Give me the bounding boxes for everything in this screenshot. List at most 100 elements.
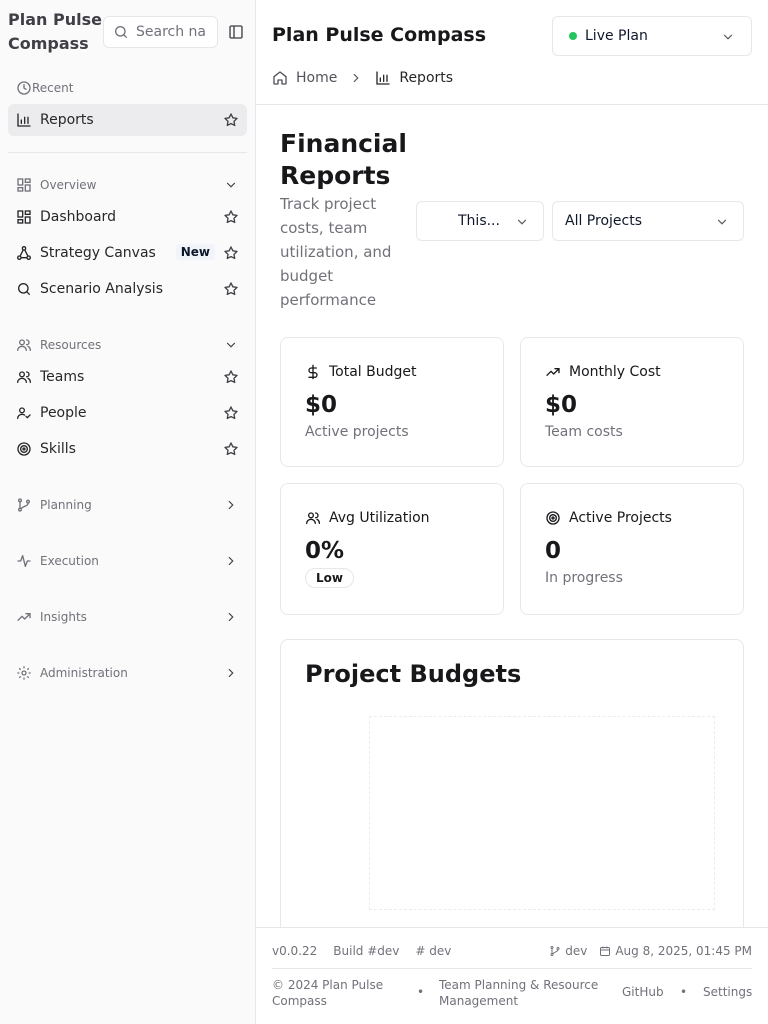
target-icon: [545, 510, 561, 526]
chevron-down-icon: [515, 215, 529, 229]
group-planning[interactable]: Planning: [8, 495, 248, 515]
stat-label: Active Projects: [569, 510, 672, 526]
users-icon: [16, 369, 32, 385]
star-icon[interactable]: [223, 245, 239, 261]
star-icon[interactable]: [223, 112, 239, 128]
star-icon[interactable]: [223, 281, 239, 297]
chevron-down-icon: [224, 338, 238, 352]
trending-up-icon: [545, 364, 561, 380]
star-icon[interactable]: [223, 369, 239, 385]
stat-subtext: Active projects: [305, 424, 409, 440]
search-icon: [113, 24, 129, 40]
sidebar-item-label: Strategy Canvas: [40, 245, 156, 261]
version-label: v0.0.22: [272, 944, 318, 958]
chevron-right-icon: [224, 554, 238, 568]
footer-bullet: •: [417, 985, 425, 999]
search-input[interactable]: [136, 24, 211, 40]
clock-icon: [16, 80, 32, 96]
brand-title: Plan Pulse Compass: [8, 10, 102, 53]
sidebar-item-reports[interactable]: Reports: [8, 104, 247, 136]
gear-icon: [16, 665, 32, 681]
breadcrumb-current: Reports: [375, 70, 453, 86]
sidebar-item-label: Reports: [40, 112, 94, 128]
stat-subtext: Team costs: [545, 424, 623, 440]
main-content: Plan Pulse Compass Live Plan Home Report…: [256, 0, 768, 1024]
github-link[interactable]: GitHub: [622, 985, 664, 999]
branch-label: dev: [565, 944, 588, 958]
stat-value: $0: [545, 392, 578, 418]
stat-value: 0: [545, 538, 562, 564]
group-administration[interactable]: Administration: [8, 663, 248, 683]
build-label: Build #dev: [333, 944, 400, 958]
group-overview[interactable]: Overview: [8, 175, 248, 195]
tagline: Team Planning & Resource Management: [439, 978, 599, 1008]
app-title: Plan Pulse Compass: [272, 24, 487, 46]
panel-left-icon: [228, 24, 244, 40]
search-icon: [16, 281, 32, 297]
stat-label: Total Budget: [329, 364, 417, 380]
copyright: © 2024 Plan Pulse Compass: [272, 978, 384, 1008]
channel-label: # dev: [415, 944, 452, 958]
chevron-right-icon: [349, 71, 363, 85]
page-subtitle: Track project costs, team utilization, a…: [280, 195, 392, 309]
sidebar-item-people[interactable]: People: [8, 397, 247, 429]
group-resources[interactable]: Resources: [8, 335, 248, 355]
group-insights[interactable]: Insights: [8, 607, 248, 627]
build-date: Aug 8, 2025, 01:45 PM: [615, 944, 752, 958]
sidebar-toggle-button[interactable]: [226, 22, 246, 42]
chevron-down-icon: [715, 215, 729, 229]
sidebar-item-scenario-analysis[interactable]: Scenario Analysis: [8, 273, 247, 305]
stat-value: 0%: [305, 538, 345, 564]
stat-subtext: In progress: [545, 570, 623, 586]
group-execution[interactable]: Execution: [8, 551, 248, 571]
breadcrumb: Home Reports: [272, 68, 453, 88]
sidebar-item-strategy-canvas[interactable]: Strategy Canvas New: [8, 237, 247, 269]
chevron-down-icon: [224, 178, 238, 192]
star-icon[interactable]: [223, 441, 239, 457]
sidebar-item-teams[interactable]: Teams: [8, 361, 247, 393]
footer-bullet: •: [680, 985, 688, 999]
page-title: Financial Reports: [280, 129, 407, 190]
stat-card-total-budget: Total Budget $0 Active projects: [280, 337, 504, 467]
sidebar-item-dashboard[interactable]: Dashboard: [8, 201, 247, 233]
star-icon[interactable]: [223, 209, 239, 225]
plan-selector[interactable]: Live Plan: [552, 16, 752, 56]
sidebar-item-label: Scenario Analysis: [40, 281, 163, 297]
project-filter[interactable]: All Projects: [552, 201, 744, 241]
chevron-right-icon: [224, 498, 238, 512]
bar-chart-icon: [375, 70, 391, 86]
utilization-badge: Low: [305, 568, 354, 588]
dollar-icon: [305, 364, 321, 380]
users-icon: [305, 510, 321, 526]
recent-label: Recent: [16, 78, 256, 98]
sidebar-item-label: Dashboard: [40, 209, 116, 225]
period-filter[interactable]: This...: [416, 201, 544, 241]
search-box[interactable]: [103, 16, 218, 48]
new-badge: New: [175, 244, 215, 260]
breadcrumb-home[interactable]: Home: [272, 70, 337, 86]
stat-label: Avg Utilization: [329, 510, 430, 526]
users-icon: [16, 337, 32, 353]
stat-card-active-projects: Active Projects 0 In progress: [520, 483, 744, 615]
git-branch-icon: [549, 945, 561, 957]
target-icon: [16, 441, 32, 457]
settings-link[interactable]: Settings: [703, 985, 752, 999]
plan-selector-label: Live Plan: [585, 28, 648, 44]
sidebar-divider: [8, 152, 247, 153]
git-branch-icon: [16, 497, 32, 513]
footer: v0.0.22 Build #dev # dev dev Aug 8, 2025…: [256, 927, 768, 1024]
sidebar-item-label: People: [40, 405, 87, 421]
stat-card-monthly-cost: Monthly Cost $0 Team costs: [520, 337, 744, 467]
sidebar-item-skills[interactable]: Skills: [8, 433, 247, 465]
stat-card-avg-utilization: Avg Utilization 0% Low: [280, 483, 504, 615]
calendar-icon: [599, 945, 611, 957]
header-divider: [256, 104, 768, 105]
stat-label: Monthly Cost: [569, 364, 661, 380]
home-icon: [272, 70, 288, 86]
sidebar-item-label: Skills: [40, 441, 76, 457]
workflow-icon: [16, 245, 32, 261]
layout-dashboard-icon: [16, 177, 32, 193]
star-icon[interactable]: [223, 405, 239, 421]
bar-chart-icon: [16, 112, 32, 128]
activity-icon: [16, 553, 32, 569]
